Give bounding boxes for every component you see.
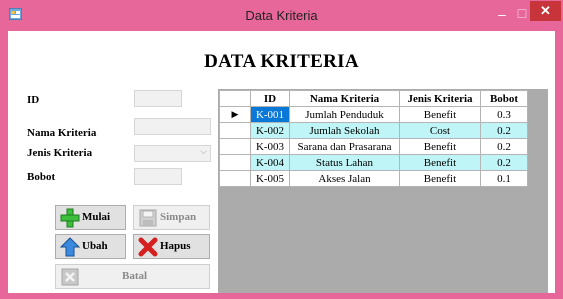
simpan-label: Simpan [160, 211, 197, 223]
table-row[interactable]: K-004 Status Lahan Benefit 0.2 [219, 154, 528, 171]
table-cell-nama[interactable]: Akses Jalan [289, 170, 400, 187]
hapus-button[interactable]: Hapus [133, 234, 210, 259]
nama-kriteria-label: Nama Kriteria [27, 127, 97, 139]
table-cell-bobot[interactable]: 0.2 [480, 122, 528, 139]
table-cell-bobot[interactable]: 0.2 [480, 154, 528, 171]
table-cell-nama[interactable]: Jumlah Sekolah [289, 122, 400, 139]
table-cell-bobot[interactable]: 0.3 [480, 106, 528, 123]
id-field[interactable] [134, 90, 182, 107]
table-cell-id[interactable]: K-004 [250, 154, 290, 171]
table-cell-nama[interactable]: Jumlah Penduduk [289, 106, 400, 123]
red-x-icon [138, 237, 158, 257]
page-title: DATA KRITERIA [204, 51, 359, 72]
table-row[interactable]: K-005 Akses Jalan Benefit 0.1 [219, 170, 528, 187]
id-label: ID [27, 94, 40, 106]
nama-kriteria-field[interactable] [134, 118, 211, 135]
current-row-indicator-icon[interactable]: ▶ [219, 106, 251, 123]
table-row[interactable]: K-002 Jumlah Sekolah Cost 0.2 [219, 122, 528, 139]
table-cell-id[interactable]: K-005 [250, 170, 290, 187]
batal-label: Batal [122, 270, 148, 282]
column-header-bobot[interactable]: Bobot [480, 90, 528, 107]
bobot-field[interactable] [134, 168, 182, 185]
table-cell-jenis[interactable]: Benefit [399, 106, 481, 123]
app-window: Data Kriteria – ☐ ✕ DATA KRITERIA ID Nam… [0, 0, 563, 299]
row-header-corner[interactable] [219, 90, 251, 107]
close-button[interactable]: ✕ [530, 1, 561, 21]
save-disk-icon [139, 209, 157, 227]
ubah-label: Ubah [82, 240, 108, 252]
simpan-button[interactable]: Simpan [133, 205, 210, 230]
mulai-button[interactable]: Mulai [55, 205, 126, 230]
table-header-row: ID Nama Kriteria Jenis Kriteria Bobot [219, 90, 528, 107]
hapus-label: Hapus [160, 240, 191, 252]
table-row[interactable]: ▶ K-001 Jumlah Penduduk Benefit 0.3 [219, 106, 528, 123]
row-header[interactable] [219, 122, 251, 139]
cancel-x-icon [61, 268, 79, 286]
table-cell-jenis[interactable]: Benefit [399, 138, 481, 155]
table-cell-bobot[interactable]: 0.1 [480, 170, 528, 187]
blue-up-arrow-icon [60, 237, 80, 257]
column-header-id[interactable]: ID [250, 90, 290, 107]
kriteria-data-grid[interactable]: ID Nama Kriteria Jenis Kriteria Bobot ▶ … [218, 89, 548, 293]
table-cell-bobot[interactable]: 0.2 [480, 138, 528, 155]
column-header-nama-kriteria[interactable]: Nama Kriteria [289, 90, 400, 107]
table-cell-id[interactable]: K-001 [250, 106, 290, 123]
table-cell-jenis[interactable]: Benefit [399, 154, 481, 171]
ubah-button[interactable]: Ubah [55, 234, 126, 259]
batal-button[interactable]: Batal [55, 264, 210, 289]
chevron-down-icon: ⌵ [200, 147, 207, 157]
table-cell-jenis[interactable]: Cost [399, 122, 481, 139]
column-header-jenis-kriteria[interactable]: Jenis Kriteria [399, 90, 481, 107]
row-header[interactable] [219, 138, 251, 155]
table-cell-id[interactable]: K-003 [250, 138, 290, 155]
title-bar[interactable]: Data Kriteria – ☐ ✕ [0, 0, 563, 31]
table-cell-id[interactable]: K-002 [250, 122, 290, 139]
table-cell-nama[interactable]: Sarana dan Prasarana [289, 138, 400, 155]
maximize-button[interactable]: ☐ [515, 6, 529, 22]
table-row[interactable]: K-003 Sarana dan Prasarana Benefit 0.2 [219, 138, 528, 155]
table-cell-nama[interactable]: Status Lahan [289, 154, 400, 171]
window-title: Data Kriteria [245, 8, 318, 23]
jenis-kriteria-dropdown[interactable]: ⌵ [134, 145, 211, 162]
row-header[interactable] [219, 154, 251, 171]
form-client-area: DATA KRITERIA ID Nama Kriteria Jenis Kri… [8, 31, 555, 293]
table-cell-jenis[interactable]: Benefit [399, 170, 481, 187]
kriteria-table: ID Nama Kriteria Jenis Kriteria Bobot ▶ … [219, 90, 528, 187]
row-header[interactable] [219, 170, 251, 187]
bobot-label: Bobot [27, 171, 56, 183]
green-plus-icon [60, 208, 80, 228]
minimize-button[interactable]: – [495, 6, 509, 22]
mulai-label: Mulai [82, 211, 111, 223]
jenis-kriteria-label: Jenis Kriteria [27, 147, 93, 159]
